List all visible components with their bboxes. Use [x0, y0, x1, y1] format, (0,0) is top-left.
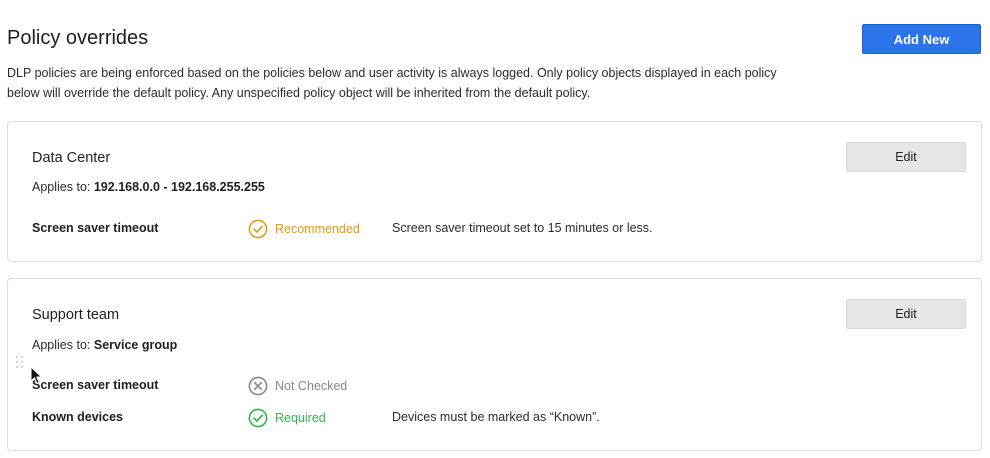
- rule-label: Known devices: [32, 410, 123, 424]
- policy-rule-row: Screen saver timeout Not Checked: [32, 375, 952, 397]
- rule-label: Screen saver timeout: [32, 221, 159, 235]
- applies-to-label: Applies to:: [32, 338, 91, 352]
- rule-status-text: Not Checked: [275, 379, 348, 393]
- page-title: Policy overrides: [7, 27, 149, 49]
- applies-to: Applies to: 192.168.0.0 - 192.168.255.25…: [32, 180, 265, 194]
- rule-status: Required: [248, 407, 326, 429]
- x-circle-icon: [248, 376, 268, 396]
- rule-description: Devices must be marked as “Known”.: [392, 410, 600, 424]
- policy-rule-row: Known devices Required Devices must be m…: [32, 407, 952, 429]
- applies-to-value: Service group: [93, 338, 178, 352]
- check-circle-icon: [248, 408, 268, 428]
- check-circle-icon: [248, 219, 268, 239]
- applies-to-label: Applies to:: [32, 180, 91, 194]
- rule-status-text: Required: [275, 411, 326, 425]
- policy-name: Support team: [32, 307, 120, 323]
- policy-card-support-team: Support team Applies to: Service group E…: [7, 278, 982, 451]
- policy-rule-row: Screen saver timeout Recommended Screen …: [32, 218, 952, 240]
- applies-to-value: 192.168.0.0 - 192.168.255.255: [93, 180, 265, 194]
- add-new-button[interactable]: Add New: [862, 24, 981, 54]
- page-description: DLP policies are being enforced based on…: [7, 66, 777, 100]
- mouse-cursor-icon: [30, 366, 43, 385]
- edit-button[interactable]: Edit: [846, 142, 966, 172]
- policy-name: Data Center: [32, 150, 111, 166]
- edit-button[interactable]: Edit: [846, 299, 966, 329]
- applies-to: Applies to: Service group: [32, 338, 177, 352]
- policy-card-data-center: Data Center Applies to: 192.168.0.0 - 19…: [7, 121, 982, 262]
- rule-status: Recommended: [248, 218, 360, 240]
- rule-label: Screen saver timeout: [32, 378, 159, 392]
- rule-status-text: Recommended: [275, 222, 360, 236]
- rule-description: Screen saver timeout set to 15 minutes o…: [392, 221, 653, 235]
- rule-status: Not Checked: [248, 375, 347, 397]
- drag-handle-icon[interactable]: [16, 356, 26, 370]
